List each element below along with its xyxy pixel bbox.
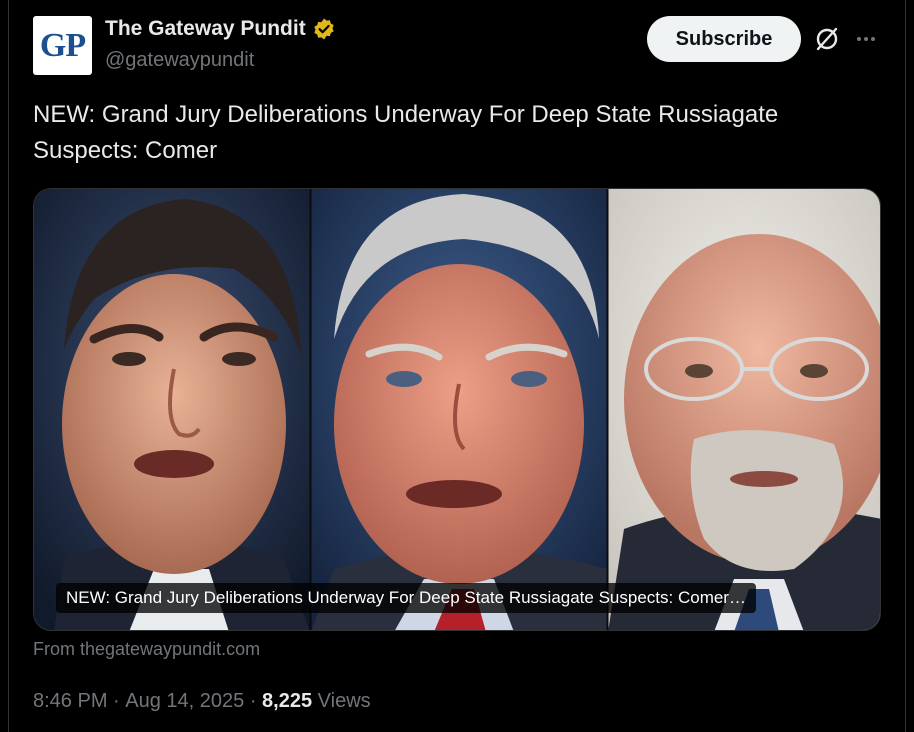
- more-dot: [864, 37, 868, 41]
- tweet-date[interactable]: Aug 14, 2025: [125, 690, 244, 713]
- more-options-icon[interactable]: [853, 26, 879, 52]
- meta-separator: ·: [107, 690, 126, 712]
- link-card[interactable]: NEW: Grand Jury Deliberations Underway F…: [33, 188, 881, 631]
- verified-badge-icon[interactable]: [312, 17, 336, 41]
- subscribe-button[interactable]: Subscribe: [647, 16, 801, 62]
- meta-separator: ·: [244, 690, 263, 712]
- grok-icon[interactable]: [814, 26, 840, 52]
- avatar[interactable]: GP: [33, 16, 92, 75]
- account-name-row: The Gateway Pundit: [105, 17, 336, 41]
- views-label[interactable]: Views: [312, 690, 371, 713]
- more-dot: [871, 37, 875, 41]
- link-card-image: [34, 189, 880, 630]
- tweet-time[interactable]: 8:46 PM: [33, 690, 107, 713]
- views-count[interactable]: 8,225: [262, 690, 312, 713]
- tweet-text: NEW: Grand Jury Deliberations Underway F…: [33, 101, 779, 164]
- link-source[interactable]: From thegatewaypundit.com: [33, 639, 260, 660]
- avatar-logo-text: GP: [39, 26, 86, 64]
- account-name[interactable]: The Gateway Pundit: [105, 17, 306, 41]
- account-handle[interactable]: @gatewaypundit: [105, 49, 254, 72]
- tweet-meta: 8:46 PM · Aug 14, 2025 · 8,225 Views: [33, 690, 371, 713]
- link-card-title: NEW: Grand Jury Deliberations Underway F…: [56, 583, 756, 613]
- more-dot: [857, 37, 861, 41]
